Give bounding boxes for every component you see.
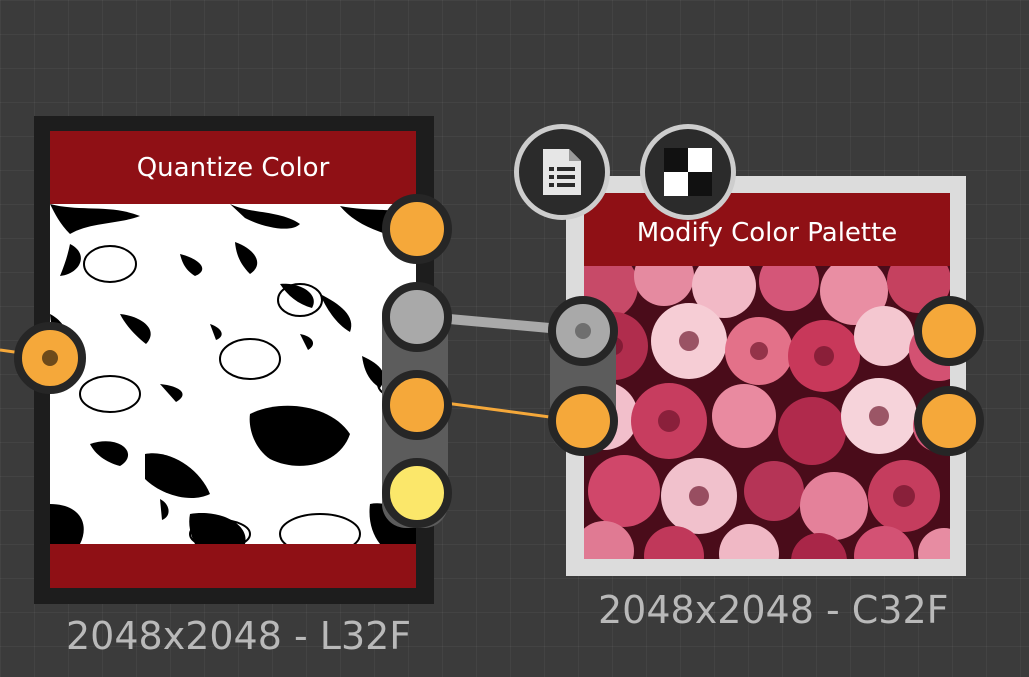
modify-color-palette-header[interactable]: Modify Color Palette [584, 193, 950, 266]
node-resolution-label: 2048x2048 - L32F [66, 614, 412, 658]
port-center [42, 350, 58, 366]
checkerboard-button[interactable] [640, 124, 736, 220]
checkerboard-icon [664, 148, 712, 196]
input-port-2[interactable] [548, 386, 618, 456]
node-title: Modify Color Palette [636, 217, 898, 248]
output-port-1[interactable] [914, 296, 984, 366]
document-list-button[interactable] [514, 124, 610, 220]
node-resolution-label: 2048x2048 - C32F [598, 588, 949, 632]
peony-image [584, 266, 950, 559]
quantize-color-header[interactable]: Quantize Color [50, 131, 416, 204]
port-center [575, 323, 591, 339]
output-port-3[interactable] [382, 370, 452, 440]
output-port-2[interactable] [382, 282, 452, 352]
quantized-image [50, 204, 416, 544]
quantize-color-footer [50, 544, 416, 588]
quantize-color-preview [50, 204, 416, 544]
output-port-4[interactable] [382, 458, 452, 528]
input-port-1[interactable] [548, 296, 618, 366]
output-port-1[interactable] [382, 194, 452, 264]
output-port-2[interactable] [914, 386, 984, 456]
document-list-icon [543, 149, 581, 195]
input-port[interactable] [14, 322, 86, 394]
node-title: Quantize Color [136, 152, 330, 183]
modify-color-palette-preview [584, 266, 950, 559]
